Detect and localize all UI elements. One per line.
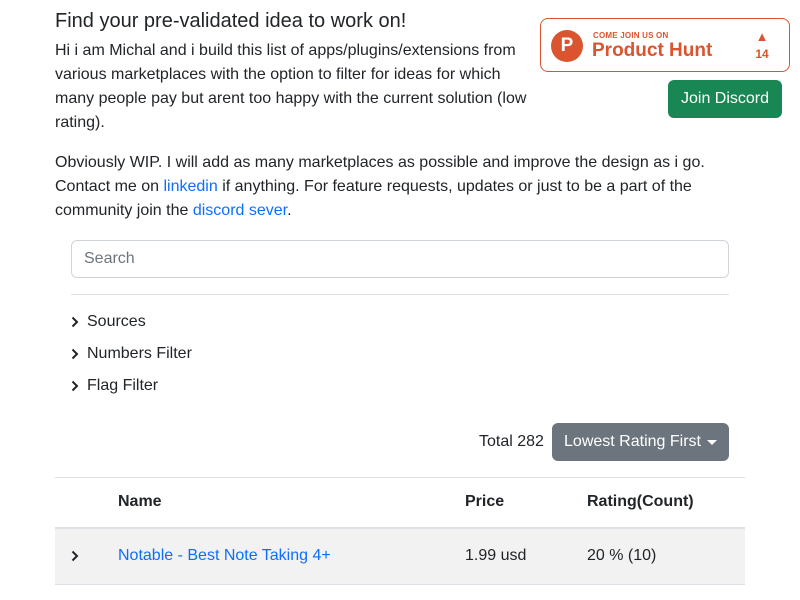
column-header-name[interactable]: Name: [110, 477, 457, 529]
chevron-right-icon: [71, 374, 87, 398]
table-row: Notable - Best Note Taking 4+ 1.99 usd 2…: [55, 527, 745, 585]
filter-label: Numbers Filter: [87, 345, 192, 362]
page: Find your pre-validated idea to work on!…: [0, 0, 800, 600]
table-header-row: Name Price Rating(Count): [55, 477, 745, 529]
product-hunt-logo-icon: P: [551, 30, 583, 62]
chevron-right-icon: [71, 310, 87, 334]
row-price-cell: 1.99 usd: [457, 527, 579, 585]
sort-dropdown-button[interactable]: Lowest Rating First: [552, 423, 729, 461]
contact-text-end: .: [287, 202, 292, 219]
product-hunt-badge[interactable]: P COME JOIN US ON Product Hunt ▲ 14: [540, 18, 790, 72]
column-header-price[interactable]: Price: [457, 477, 579, 529]
product-hunt-name: Product Hunt: [592, 40, 713, 61]
chevron-right-icon: [71, 342, 87, 366]
sort-label: Lowest Rating First: [564, 433, 701, 450]
discord-link[interactable]: discord sever: [193, 202, 287, 219]
search-input[interactable]: [71, 240, 729, 278]
filter-flags[interactable]: Flag Filter: [71, 374, 158, 398]
filter-label: Flag Filter: [87, 377, 159, 394]
page-title: Find your pre-validated idea to work on!: [55, 10, 407, 32]
intro-text: Hi i am Michal and i build this list of …: [55, 42, 527, 131]
linkedin-link[interactable]: linkedin: [164, 178, 218, 195]
product-hunt-tagline: COME JOIN US ON: [593, 31, 669, 40]
row-name-cell: Notable - Best Note Taking 4+: [110, 527, 457, 585]
filter-numbers[interactable]: Numbers Filter: [71, 342, 192, 366]
row-expand-cell[interactable]: [55, 527, 110, 585]
column-header-expand: [55, 477, 110, 529]
total-count: Total 282: [479, 433, 544, 450]
caret-down-icon: [706, 440, 717, 445]
filter-label: Sources: [87, 313, 146, 330]
chevron-right-icon[interactable]: [63, 544, 79, 568]
app-name-link[interactable]: Notable - Best Note Taking 4+: [118, 547, 331, 564]
upvote-count: 14: [755, 47, 769, 61]
ideas-table: Name Price Rating(Count) Notable - Best …: [55, 477, 745, 585]
column-header-rating[interactable]: Rating(Count): [579, 477, 745, 529]
filter-sources[interactable]: Sources: [71, 310, 146, 334]
divider: [71, 294, 729, 295]
upvote-arrow-icon: ▲: [755, 29, 769, 44]
contact-text: Obviously WIP. I will add as many market…: [55, 151, 745, 223]
row-rating-cell: 20 % (10): [579, 527, 745, 585]
join-discord-button[interactable]: Join Discord: [668, 80, 782, 118]
